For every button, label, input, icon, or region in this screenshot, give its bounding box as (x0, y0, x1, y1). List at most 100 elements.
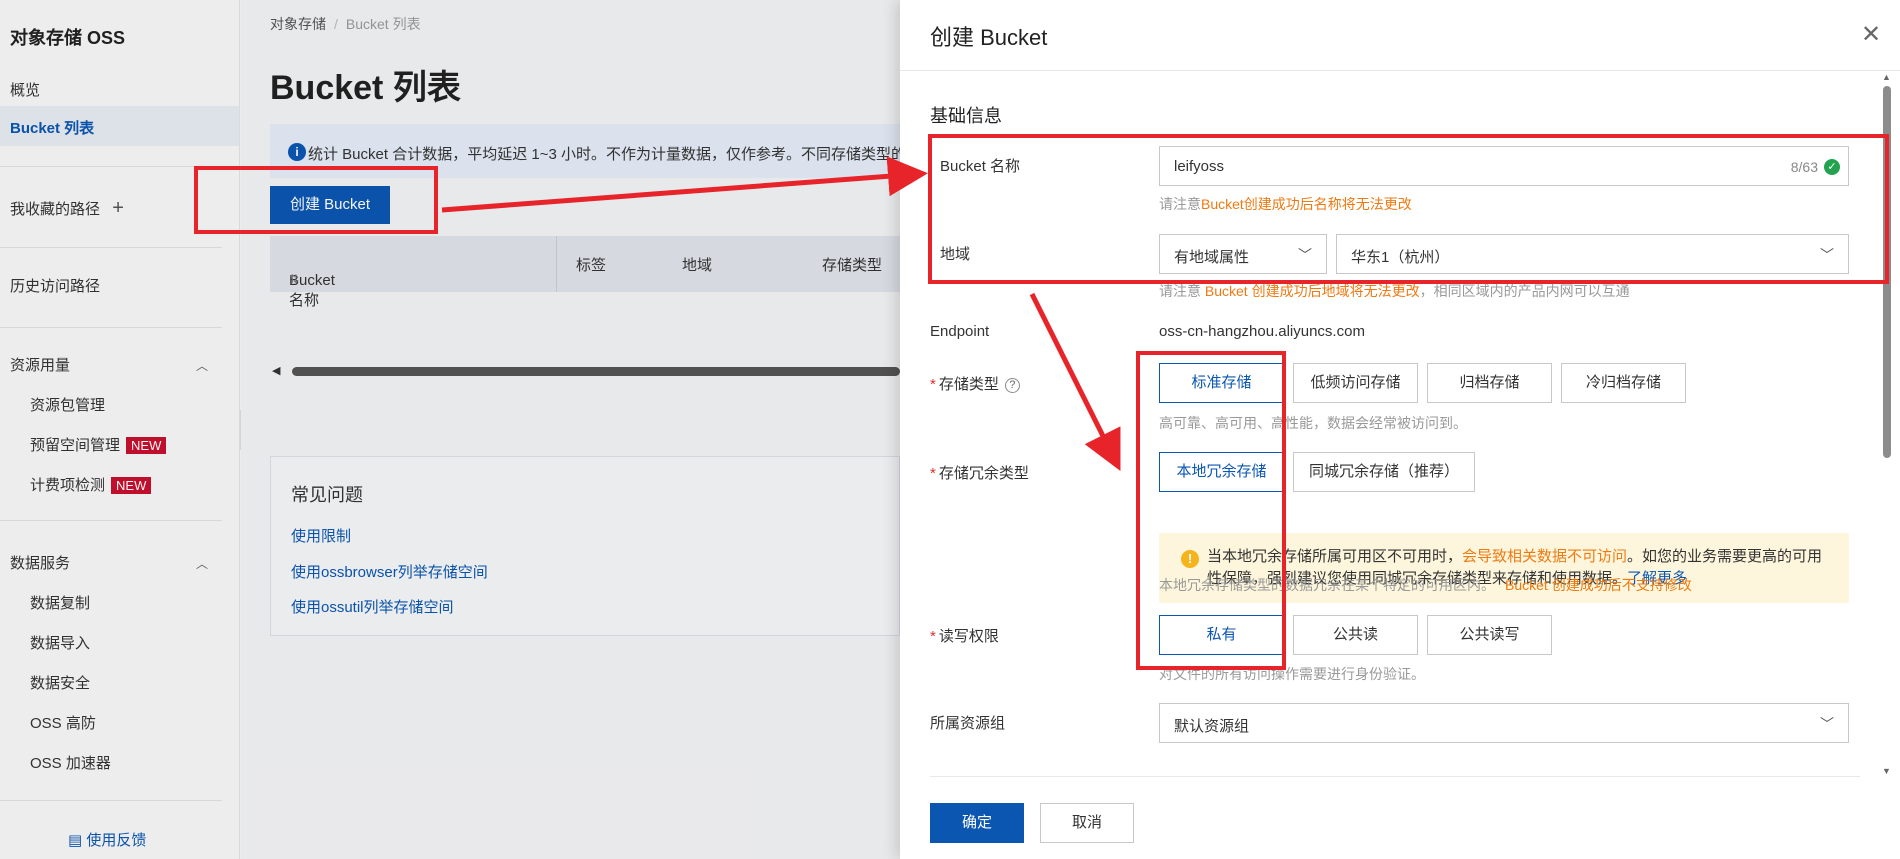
vertical-scrollbar[interactable]: ▲ ▼ (1882, 72, 1892, 782)
sidebar-item-label: Bucket 列表 (10, 120, 95, 137)
redundancy-hint: 本地冗余存储类型的数据冗余在某个特定的可用区内。 Bucket 创建成功后不支持修… (1159, 575, 1692, 595)
horizontal-scrollbar[interactable]: ◀ (270, 364, 900, 378)
hint-text: 请注意 (1159, 283, 1205, 299)
divider (0, 800, 222, 801)
sidebar-item-label: 我收藏的路径 (10, 201, 101, 218)
endpoint-value: oss-cn-hangzhou.aliyuncs.com (1159, 323, 1365, 340)
page-title: Bucket 列表 (270, 69, 461, 107)
sort-icon[interactable]: ⇅ (289, 272, 299, 286)
sidebar-group-resource-usage[interactable]: 资源用量 (10, 354, 70, 375)
sidebar-group-data-services[interactable]: 数据服务 (10, 552, 70, 573)
hint-text: 请注意 (1159, 196, 1201, 212)
feedback-icon: ▤ (68, 832, 83, 849)
column-header-tags: 标签 (576, 257, 607, 274)
divider (0, 327, 222, 328)
new-badge: NEW (126, 437, 167, 454)
sidebar-item-resource-pack[interactable]: 资源包管理 (30, 394, 105, 415)
sidebar-item-data-replication[interactable]: 数据复制 (30, 592, 90, 613)
sidebar-item-label: 预留空间管理 (30, 437, 121, 454)
sidebar-item-history[interactable]: 历史访问路径 (10, 275, 100, 296)
label-text: 存储类型 (938, 376, 999, 393)
region-label: 地域 (940, 246, 971, 263)
check-icon: ✓ (1824, 159, 1840, 175)
region-select[interactable]: 华东1（杭州） ﹀ (1336, 234, 1849, 274)
cancel-button[interactable]: 取消 (1040, 803, 1134, 843)
sidebar-item-favorites[interactable]: 我收藏的路径 + (10, 197, 124, 220)
divider (900, 70, 1900, 71)
region-hint: 请注意 Bucket 创建成功后地域将无法更改，相同区域内的产品内网可以互通 (1159, 281, 1630, 301)
scroll-down-icon[interactable]: ▼ (1882, 766, 1891, 776)
scrollbar-thumb[interactable] (292, 367, 900, 376)
scrollbar-thumb[interactable] (1883, 86, 1891, 458)
acl-option-public-read-write[interactable]: 公共读写 (1427, 615, 1552, 655)
chevron-down-icon: ﹀ (1298, 247, 1312, 263)
sidebar-item-bucket-list[interactable]: Bucket 列表 (0, 106, 239, 146)
divider (0, 166, 222, 167)
sidebar-item-reserved-space[interactable]: 预留空间管理 NEW (30, 434, 167, 455)
divider (0, 520, 222, 521)
confirm-button[interactable]: 确定 (930, 803, 1024, 843)
column-header-storage-class: 存储类型 (822, 257, 883, 274)
drawer-title: 创建 Bucket (930, 25, 1048, 50)
region-attribute-select[interactable]: 有地域属性 ﹀ (1159, 234, 1327, 274)
bucket-name-label: Bucket 名称 (940, 158, 1021, 175)
chevron-up-icon[interactable]: ︿ (196, 357, 208, 374)
scroll-up-icon[interactable]: ▲ (1882, 72, 1891, 82)
scroll-left-icon[interactable]: ◀ (272, 364, 280, 377)
hint-text: ，相同区域内的产品内网可以互通 (1419, 283, 1630, 299)
sidebar-item-label: 计费项检测 (30, 477, 106, 494)
resource-group-label: 所属资源组 (930, 715, 1006, 732)
storage-class-label: * 存储类型? (930, 373, 1020, 394)
section-title: 基础信息 (930, 106, 1002, 126)
storage-option-ia[interactable]: 低频访问存储 (1293, 363, 1418, 403)
redundancy-option-lrs[interactable]: 本地冗余存储 (1159, 452, 1284, 492)
feedback-link[interactable]: ▤ 使用反馈 (68, 829, 146, 850)
sidebar-title: 对象存储 OSS (10, 28, 126, 48)
acl-option-public-read[interactable]: 公共读 (1293, 615, 1418, 655)
faq-link-limits[interactable]: 使用限制 (291, 525, 351, 546)
breadcrumb-current: Bucket 列表 (345, 16, 421, 32)
bucket-name-hint: 请注意Bucket创建成功后名称将无法更改 (1159, 194, 1412, 214)
sidebar-item-oss-accelerator[interactable]: OSS 加速器 (30, 752, 111, 773)
storage-option-standard[interactable]: 标准存储 (1159, 363, 1284, 403)
hint-warning: Bucket 创建成功后地域将无法更改 (1204, 283, 1420, 299)
bucket-name-input[interactable]: leifyoss 8/63 ✓ (1159, 146, 1849, 186)
storage-class-hint: 高可靠、高可用、高性能，数据会经常被访问到。 (1159, 415, 1467, 431)
sidebar-item-billing-check[interactable]: 计费项检测 NEW (30, 474, 152, 495)
column-header-region: 地域 (682, 257, 713, 274)
faq-link-ossutil[interactable]: 使用ossutil列举存储空间 (291, 596, 454, 617)
sidebar: 对象存储 OSS 概览 Bucket 列表 我收藏的路径 + 历史访问路径 资源… (0, 0, 240, 859)
chevron-up-icon[interactable]: ︿ (196, 555, 208, 572)
faq-panel: 常见问题 使用限制 使用ossbrowser列举存储空间 使用ossutil列举… (270, 456, 900, 636)
label-text: 读写权限 (938, 628, 999, 645)
info-text: 统计 Bucket 合计数据，平均延迟 1~3 小时。不作为计量数据，仅作参考。… (308, 146, 906, 163)
sidebar-item-overview[interactable]: 概览 (10, 79, 40, 100)
help-icon[interactable]: ? (1004, 377, 1020, 393)
create-bucket-drawer: 创建 Bucket ✕ 基础信息 Bucket 名称 leifyoss 8/63… (900, 0, 1900, 859)
column-divider (556, 236, 557, 292)
faq-title: 常见问题 (291, 485, 363, 505)
sidebar-item-oss-ddos[interactable]: OSS 高防 (30, 712, 96, 733)
warning-highlight: 会导致相关数据不可访问 (1462, 548, 1628, 565)
main-content: 对象存储 / Bucket 列表 Bucket 列表 i 统计 Bucket 合计数… (241, 0, 906, 859)
region-value: 华东1（杭州） (1351, 249, 1450, 266)
hint-warning: Bucket 创建成功后不支持修改 (1505, 577, 1692, 593)
storage-option-cold-archive[interactable]: 冷归档存储 (1561, 363, 1686, 403)
acl-option-private[interactable]: 私有 (1159, 615, 1284, 655)
resource-group-value: 默认资源组 (1174, 718, 1250, 735)
add-icon[interactable]: + (112, 197, 124, 219)
faq-link-ossbrowser[interactable]: 使用ossbrowser列举存储空间 (291, 561, 488, 582)
close-icon[interactable]: ✕ (1861, 20, 1881, 49)
sidebar-item-data-import[interactable]: 数据导入 (30, 632, 90, 653)
resource-group-select[interactable]: 默认资源组 ﹀ (1159, 703, 1849, 743)
storage-option-archive[interactable]: 归档存储 (1427, 363, 1552, 403)
sidebar-item-data-security[interactable]: 数据安全 (30, 672, 90, 693)
bucket-name-value: leifyoss (1174, 158, 1225, 175)
acl-label: * 读写权限 (930, 628, 999, 645)
create-bucket-button[interactable]: 创建 Bucket (270, 186, 390, 224)
breadcrumb-item[interactable]: 对象存储 (270, 16, 326, 32)
region-attribute-value: 有地域属性 (1174, 249, 1250, 266)
warning-text-part: 当本地冗余存储所属可用区不可用时， (1207, 548, 1463, 565)
warning-icon: ! (1181, 550, 1199, 568)
redundancy-option-zrs[interactable]: 同城冗余存储（推荐） (1293, 452, 1475, 492)
